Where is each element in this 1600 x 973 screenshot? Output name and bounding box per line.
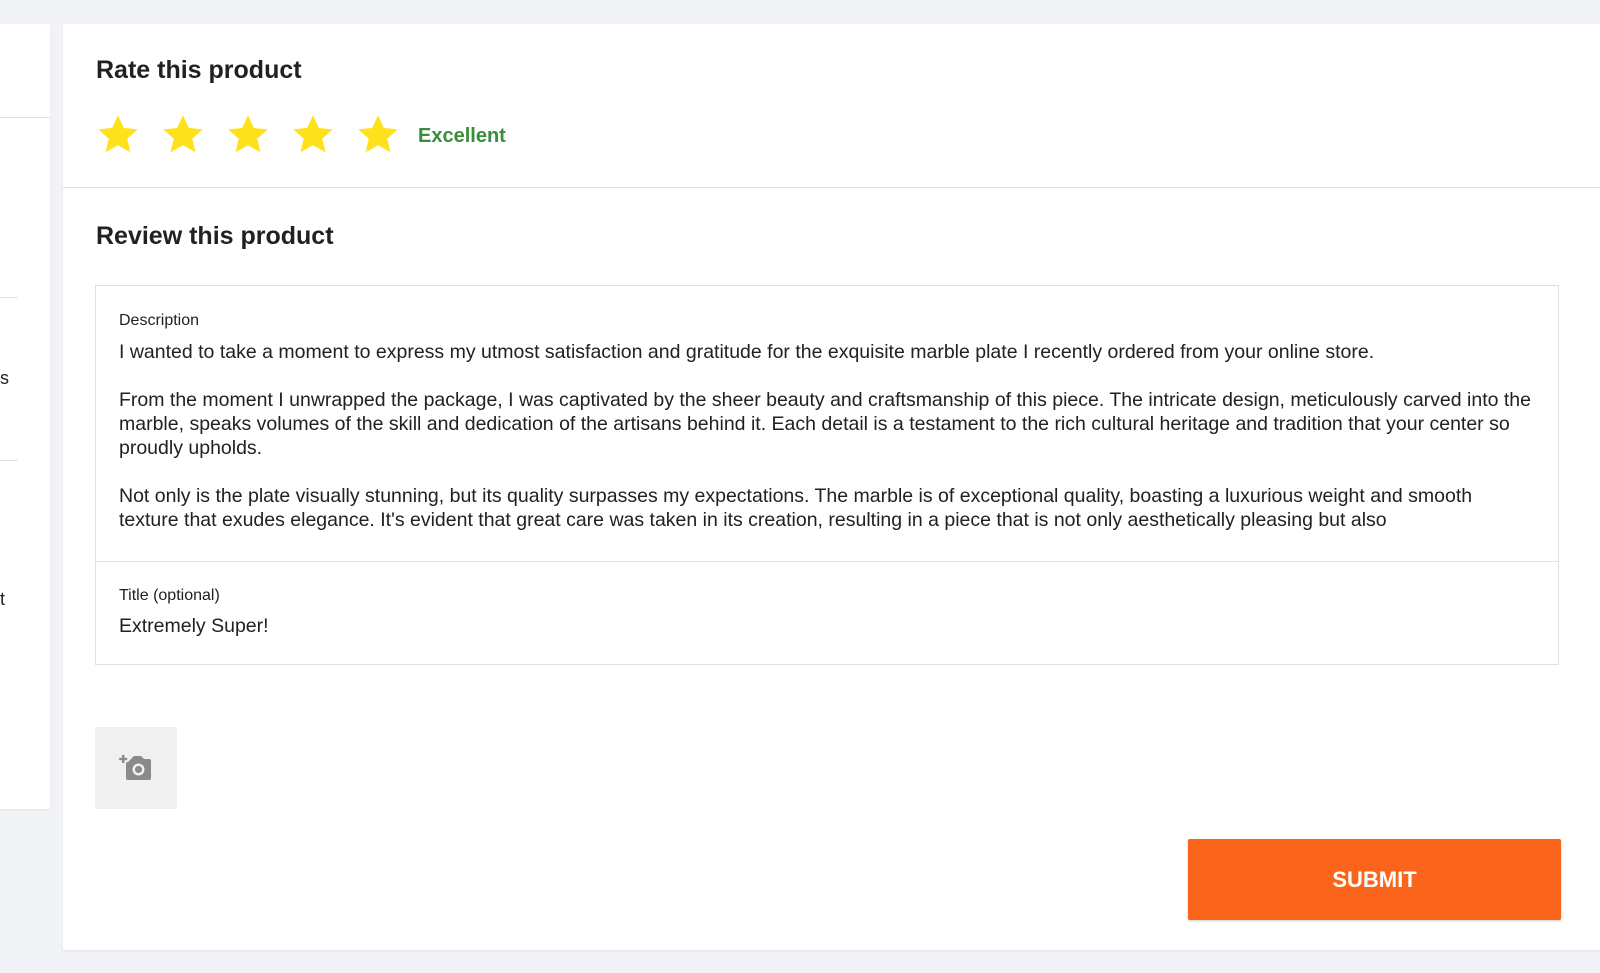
add-photo-button[interactable] — [95, 727, 177, 809]
section-divider — [63, 187, 1600, 188]
star-icon[interactable] — [288, 110, 338, 160]
rating-label: Excellent — [418, 124, 506, 147]
review-form: Description I wanted to take a moment to… — [95, 285, 1559, 665]
submit-button[interactable]: SUBMIT — [1188, 839, 1561, 920]
description-field[interactable]: Description I wanted to take a moment to… — [96, 286, 1558, 562]
star-icon[interactable] — [93, 110, 143, 160]
left-panel: s t — [0, 24, 50, 809]
left-divider — [0, 460, 18, 461]
left-divider — [0, 297, 18, 298]
star-icon[interactable] — [223, 110, 273, 160]
rate-title: Rate this product — [96, 56, 302, 84]
add-photo-icon — [119, 755, 151, 780]
title-label: Title (optional) — [119, 587, 220, 604]
description-label: Description — [119, 312, 200, 329]
star-rating: Excellent — [93, 110, 506, 160]
left-divider — [0, 117, 50, 118]
description-textarea[interactable]: I wanted to take a moment to express my … — [119, 340, 1531, 540]
left-panel-text-fragment: t — [0, 589, 6, 609]
review-title: Review this product — [96, 222, 334, 250]
star-icon[interactable] — [158, 110, 208, 160]
star-icon[interactable] — [353, 110, 403, 160]
review-card: Rate this product Excellent Review this … — [63, 24, 1600, 950]
left-panel-text-fragment: s — [0, 368, 9, 388]
title-input[interactable]: Extremely Super! — [119, 615, 269, 638]
